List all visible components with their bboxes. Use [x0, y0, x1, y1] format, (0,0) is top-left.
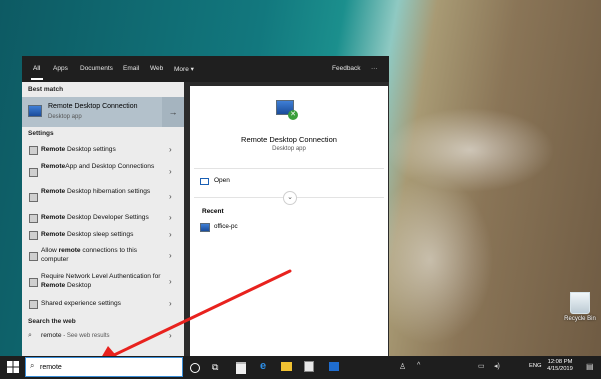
- windows-start-icon[interactable]: [7, 361, 19, 373]
- volume-icon[interactable]: ◂): [494, 362, 506, 374]
- notepad-icon[interactable]: [304, 361, 314, 372]
- clock[interactable]: 12:08 PM 4/15/2019: [541, 359, 579, 373]
- task-view-icon[interactable]: ⧉: [212, 362, 224, 374]
- people-icon[interactable]: ♙: [399, 362, 411, 374]
- cortana-icon[interactable]: [190, 363, 200, 373]
- search-input[interactable]: [40, 362, 170, 373]
- clock-date: 4/15/2019: [547, 366, 573, 372]
- edge-icon[interactable]: e: [260, 360, 272, 372]
- search-icon: ⌕: [30, 361, 35, 370]
- annotation-arrow: [98, 269, 292, 363]
- clock-time: 12:08 PM: [547, 359, 573, 365]
- taskbar: ⌕ ⧉ e ♙ ^ ▭ ◂) ENG 12:08 PM 4/15/2019 ▤: [0, 356, 601, 379]
- arrow-shaft: [110, 269, 292, 358]
- remote-desktop-taskbar-icon[interactable]: [329, 362, 339, 371]
- taskbar-search-box[interactable]: ⌕: [25, 357, 183, 377]
- language-indicator[interactable]: ENG: [529, 363, 542, 369]
- network-icon[interactable]: ▭: [478, 362, 490, 374]
- chevron-up-icon[interactable]: ^: [417, 362, 429, 374]
- file-explorer-icon[interactable]: [281, 362, 292, 371]
- notifications-icon[interactable]: ▤: [586, 362, 598, 374]
- store-icon[interactable]: [236, 362, 246, 374]
